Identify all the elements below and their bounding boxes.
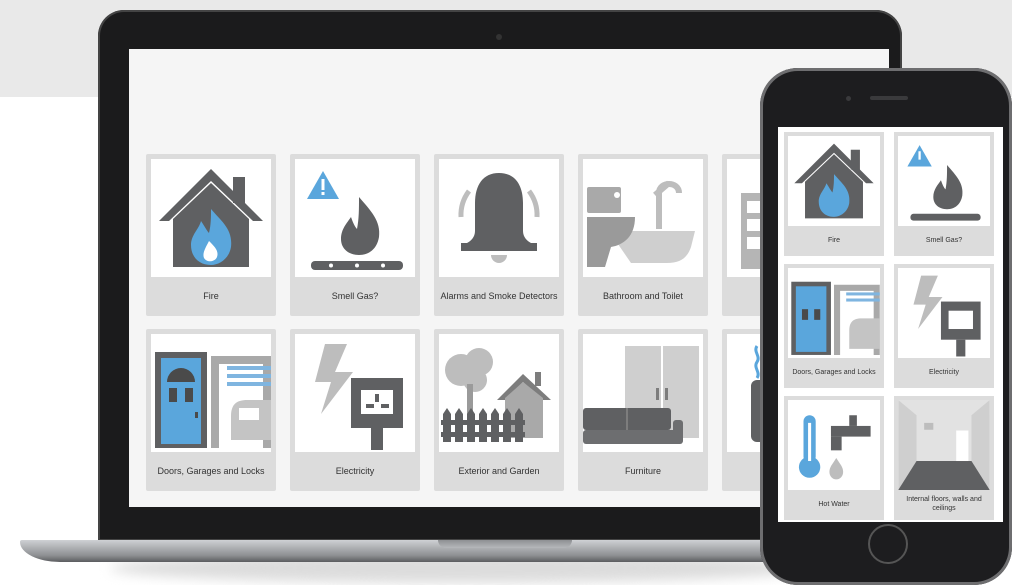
bath-toilet-icon — [583, 159, 703, 277]
tile-smell-gas[interactable]: Smell Gas? — [894, 132, 994, 256]
tile-fire[interactable]: Fire — [784, 132, 884, 256]
tile-bathroom[interactable]: Bathroom and Toilet — [578, 154, 708, 316]
house-fire-icon — [788, 136, 880, 226]
door-garage-icon — [151, 334, 271, 452]
socket-lightning-icon — [295, 334, 415, 452]
tile-electricity[interactable]: Electricity — [290, 329, 420, 491]
garden-house-icon — [439, 334, 559, 452]
home-button[interactable] — [868, 524, 908, 564]
tile-label: Electricity — [335, 466, 375, 477]
socket-lightning-icon — [898, 268, 990, 358]
tile-label: Furniture — [624, 466, 661, 477]
laptop-base-notch — [438, 540, 572, 548]
phone-camera — [846, 96, 851, 101]
tile-fire[interactable]: Fire — [146, 154, 276, 316]
tile-label: Doors, Garages and Locks — [792, 368, 876, 376]
tile-label: Smell Gas? — [331, 291, 379, 302]
door-garage-icon — [788, 268, 880, 358]
tile-hot-water[interactable]: Hot Water — [784, 396, 884, 520]
tile-label: Fire — [203, 291, 219, 302]
phone-speaker — [870, 96, 908, 100]
room-interior-icon — [898, 400, 990, 490]
tile-alarms[interactable]: Alarms and Smoke Detectors — [434, 154, 564, 316]
tile-doors[interactable]: Doors, Garages and Locks — [784, 264, 884, 388]
phone-screen: Fire Smell Gas? Doors, Garages and Locks… — [778, 127, 1003, 522]
tile-label: Exterior and Garden — [458, 466, 540, 477]
tile-label: Internal floors, walls and ceilings — [906, 496, 982, 512]
tile-label: Alarms and Smoke Detectors — [440, 291, 558, 302]
tile-label: Doors, Garages and Locks — [157, 466, 265, 477]
laptop-camera — [496, 34, 502, 40]
tile-furniture[interactable]: Furniture — [578, 329, 708, 491]
alarm-bell-icon — [439, 159, 559, 277]
tile-label: Bathroom and Toilet — [603, 291, 683, 302]
tile-label: Smell Gas? — [925, 236, 963, 244]
tile-label: Electricity — [929, 368, 959, 376]
sofa-wardrobe-icon — [583, 334, 703, 452]
tile-exterior[interactable]: Exterior and Garden — [434, 329, 564, 491]
tile-label: Hot Water — [818, 500, 850, 508]
tile-label: Fire — [827, 236, 841, 244]
tile-electricity[interactable]: Electricity — [894, 264, 994, 388]
house-fire-icon — [151, 159, 271, 277]
tile-smell-gas[interactable]: Smell Gas? — [290, 154, 420, 316]
tile-doors[interactable]: Doors, Garages and Locks — [146, 329, 276, 491]
tile-internal[interactable]: Internal floors, walls and ceilings — [894, 396, 994, 520]
gas-flame-warning-icon — [898, 136, 990, 226]
tap-thermometer-icon — [788, 400, 880, 490]
gas-flame-warning-icon — [295, 159, 415, 277]
